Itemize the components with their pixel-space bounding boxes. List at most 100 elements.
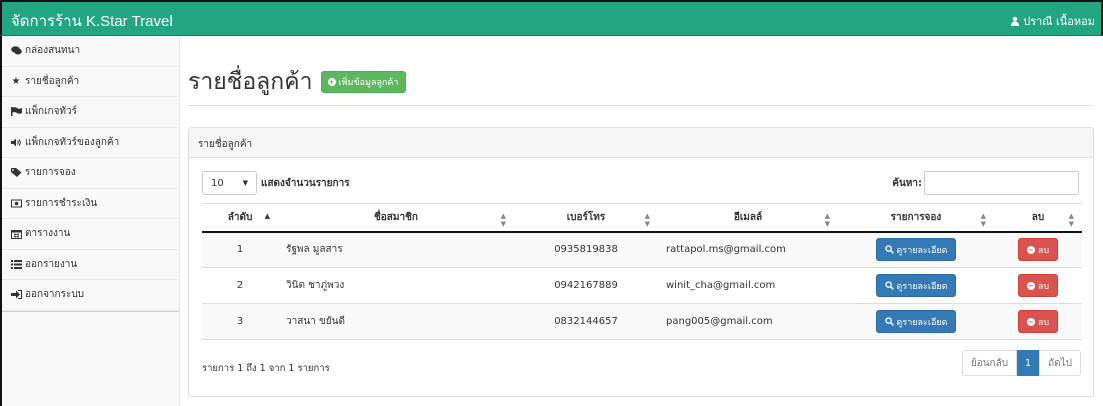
- sidebar-item-label: กล่องสนทนา: [25, 45, 81, 57]
- list-icon: [10, 259, 22, 269]
- table-header-row: ลำดับ ▲ ชื่อสมาชิก ▲ ▼ เบอร์โทร ▲ ▼ อีเมลล์ ▲ ▼…: [202, 203, 1082, 233]
- flag-icon: [10, 107, 22, 117]
- cell-phone: 0942167889: [514, 267, 658, 304]
- money-icon: [10, 199, 22, 208]
- search-icon: [884, 317, 894, 326]
- user-name: ปราณี เนื้อหอม: [1023, 15, 1095, 28]
- sort-asc-icon: ▲: [264, 212, 270, 220]
- cell-no: 1: [202, 231, 278, 268]
- sort-icon: ▲ ▼: [500, 212, 506, 228]
- sort-icon: ▲ ▼: [644, 212, 650, 228]
- volume-icon: [10, 138, 22, 147]
- column-header-delete[interactable]: ลบ ▲ ▼: [994, 203, 1082, 233]
- sidebar-item-chat[interactable]: กล่องสนทนา: [2, 36, 179, 67]
- calendar-icon: [10, 229, 22, 239]
- page-length-label: แสดงจำนวนรายการ: [261, 177, 350, 189]
- pagination-prev-button[interactable]: ย้อนกลับ: [961, 350, 1018, 376]
- sidebar-item-label: รายการจอง: [25, 167, 76, 179]
- divider: [188, 105, 1093, 106]
- sort-icon: ▲ ▼: [980, 212, 986, 228]
- cell-delete: − ลบ: [994, 231, 1082, 268]
- table-row: 1 รัฐพล มูลสาร 0935819838 rattapol.ms@gm…: [202, 231, 1082, 268]
- page-title: รายชื่อลูกค้า: [188, 69, 313, 95]
- cell-phone: 0832144657: [514, 303, 658, 340]
- chevron-down-icon: ▼: [242, 179, 248, 187]
- search-label: ค้นหา:: [892, 177, 922, 189]
- sort-icon: ▲ ▼: [1068, 212, 1074, 228]
- sidebar-item-schedule[interactable]: ตารางงาน: [2, 219, 179, 250]
- plus-circle-icon: +: [327, 78, 336, 86]
- sidebar-item-label: ออกรายงาน: [25, 258, 78, 270]
- cell-detail: ดูรายละเอียด: [838, 267, 994, 304]
- search-control: ค้นหา:: [892, 171, 1079, 195]
- sidebar-item-label: ออกจากระบบ: [25, 289, 85, 301]
- search-input[interactable]: [924, 171, 1079, 195]
- sidebar-item-label: รายชื่อลูกค้า: [25, 75, 80, 87]
- column-header-no[interactable]: ลำดับ ▲: [202, 203, 278, 233]
- cell-detail: ดูรายละเอียด: [838, 303, 994, 340]
- cell-detail: ดูรายละเอียด: [838, 231, 994, 268]
- sidebar-item-customers[interactable]: ★ รายชื่อลูกค้า: [2, 67, 179, 97]
- sort-icon: ▲ ▼: [824, 212, 830, 228]
- user-menu[interactable]: ปราณี เนื้อหอม: [1010, 12, 1095, 30]
- pagination: ย้อนกลับ 1 ถัดไป: [961, 350, 1081, 376]
- sidebar-item-tour-packages[interactable]: แพ็กเกจทัวร์: [2, 97, 179, 128]
- cell-name: วินิต ชาภู่พวง: [278, 267, 514, 304]
- search-icon: [884, 281, 894, 290]
- user-icon: [1011, 16, 1020, 26]
- sidebar-item-label: รายการชำระเงิน: [25, 197, 98, 209]
- cell-no: 3: [202, 303, 278, 340]
- view-details-button[interactable]: ดูรายละเอียด: [875, 274, 957, 297]
- tag-icon: [10, 168, 22, 178]
- column-header-email[interactable]: อีเมลล์ ▲ ▼: [658, 203, 838, 233]
- customer-panel: รายชื่อลูกค้า 10 ▼ แสดงจำนวนรายการ ค้นหา…: [188, 127, 1094, 397]
- add-customer-button[interactable]: + เพิ่มข้อมูลลูกค้า: [320, 71, 406, 93]
- panel-heading: รายชื่อลูกค้า: [189, 128, 1093, 158]
- cell-email: winit_cha@gmail.com: [658, 267, 838, 304]
- brand-title[interactable]: จัดการร้าน K.Star Travel: [11, 9, 173, 33]
- top-navbar: จัดการร้าน K.Star Travel ปราณี เนื้อหอม: [0, 0, 1103, 36]
- sign-out-icon: [10, 290, 22, 300]
- search-icon: [884, 245, 894, 255]
- sidebar: กล่องสนทนา ★ รายชื่อลูกค้า แพ็กเกจทัวร์ …: [0, 36, 180, 406]
- column-header-name[interactable]: ชื่อสมาชิก ▲ ▼: [278, 203, 514, 233]
- pagination-next-button[interactable]: ถัดไป: [1039, 350, 1081, 376]
- cell-delete: − ลบ: [994, 303, 1082, 340]
- column-header-bookings[interactable]: รายการจอง ▲ ▼: [838, 203, 994, 233]
- minus-circle-icon: −: [1026, 245, 1035, 254]
- view-details-button[interactable]: ดูรายละเอียด: [875, 310, 957, 333]
- page-length-select[interactable]: 10 ▼: [202, 171, 257, 195]
- view-details-button[interactable]: ดูรายละเอียด: [875, 238, 957, 262]
- comments-icon: [10, 46, 22, 55]
- cell-email: pang005@gmail.com: [658, 303, 838, 340]
- add-customer-label: เพิ่มข้อมูลลูกค้า: [338, 78, 399, 88]
- sidebar-item-label: แพ็กเกจทัวร์: [25, 106, 78, 118]
- delete-button[interactable]: − ลบ: [1017, 238, 1059, 262]
- sidebar-item-label: ตารางงาน: [25, 228, 71, 240]
- table-info: รายการ 1 ถึง 1 จาก 1 รายการ: [202, 363, 330, 374]
- sidebar-item-reports[interactable]: ออกรายงาน: [2, 250, 179, 280]
- sidebar-item-label: แพ็กเกจทัวร์ของลูกค้า: [25, 136, 120, 148]
- star-icon: ★: [11, 75, 21, 87]
- cell-delete: − ลบ: [994, 267, 1082, 304]
- sidebar-item-bookings[interactable]: รายการจอง: [2, 158, 179, 189]
- table-row: 3 วาสนา ขยันดี 0832144657 pang005@gmail.…: [202, 303, 1082, 340]
- minus-circle-icon: −: [1026, 281, 1035, 290]
- sidebar-menu: กล่องสนทนา ★ รายชื่อลูกค้า แพ็กเกจทัวร์ …: [2, 36, 179, 312]
- sidebar-item-payments[interactable]: รายการชำระเงิน: [2, 189, 179, 219]
- sidebar-item-logout[interactable]: ออกจากระบบ: [2, 280, 179, 311]
- page-length-value: 10: [211, 177, 224, 189]
- cell-name: รัฐพล มูลสาร: [278, 231, 514, 268]
- main-content: รายชื่อลูกค้า + เพิ่มข้อมูลลูกค้า รายชื่…: [180, 36, 1103, 406]
- delete-button[interactable]: − ลบ: [1017, 310, 1059, 333]
- page-length-control: 10 ▼ แสดงจำนวนรายการ: [202, 171, 350, 195]
- sidebar-item-customer-packages[interactable]: แพ็กเกจทัวร์ของลูกค้า: [2, 128, 179, 158]
- page-header: รายชื่อลูกค้า + เพิ่มข้อมูลลูกค้า: [188, 64, 406, 100]
- table-row: 2 วินิต ชาภู่พวง 0942167889 winit_cha@gm…: [202, 267, 1082, 304]
- pagination-page-1[interactable]: 1: [1017, 350, 1040, 376]
- customer-table: ลำดับ ▲ ชื่อสมาชิก ▲ ▼ เบอร์โทร ▲ ▼ อีเมลล์ ▲ ▼…: [202, 203, 1082, 340]
- column-header-phone[interactable]: เบอร์โทร ▲ ▼: [514, 203, 658, 233]
- cell-name: วาสนา ขยันดี: [278, 303, 514, 340]
- delete-button[interactable]: − ลบ: [1017, 274, 1059, 297]
- minus-circle-icon: −: [1026, 317, 1035, 326]
